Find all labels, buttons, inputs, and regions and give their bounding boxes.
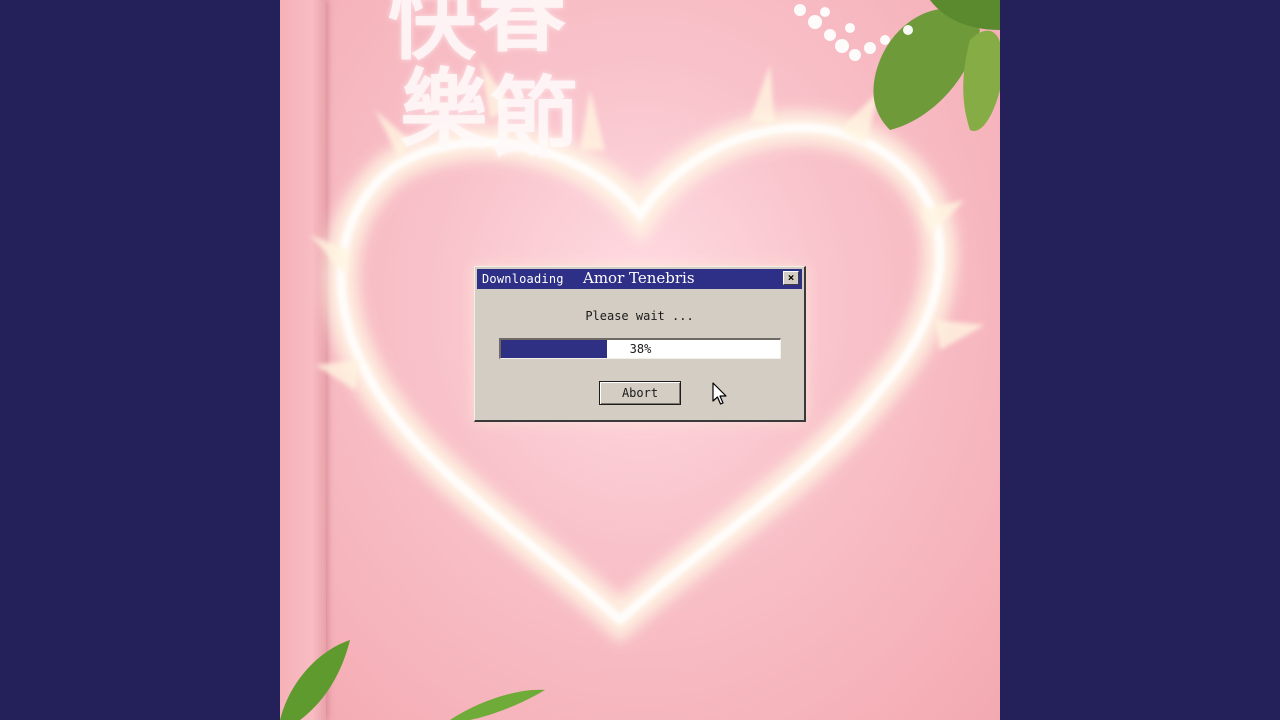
screen: 快 春 樂 節 Downloading Amor Tenebris × Plea… bbox=[0, 0, 1280, 720]
dialog-title-name: Amor Tenebris bbox=[583, 269, 695, 287]
top-right-foliage bbox=[794, 0, 1000, 131]
download-dialog: Downloading Amor Tenebris × Please wait … bbox=[474, 266, 806, 422]
bottom-left-foliage bbox=[280, 640, 545, 720]
progress-text: 38% bbox=[629, 342, 652, 356]
dialog-title: Downloading bbox=[482, 272, 564, 286]
mouse-pointer-icon bbox=[712, 382, 727, 405]
close-icon: × bbox=[787, 271, 795, 284]
abort-button[interactable]: Abort bbox=[599, 381, 681, 405]
status-message: Please wait ... bbox=[585, 309, 694, 323]
dialog-titlebar[interactable]: Downloading Amor Tenebris × bbox=[477, 269, 802, 289]
close-button[interactable]: × bbox=[783, 271, 799, 285]
progress-bar: 38% bbox=[499, 338, 781, 359]
